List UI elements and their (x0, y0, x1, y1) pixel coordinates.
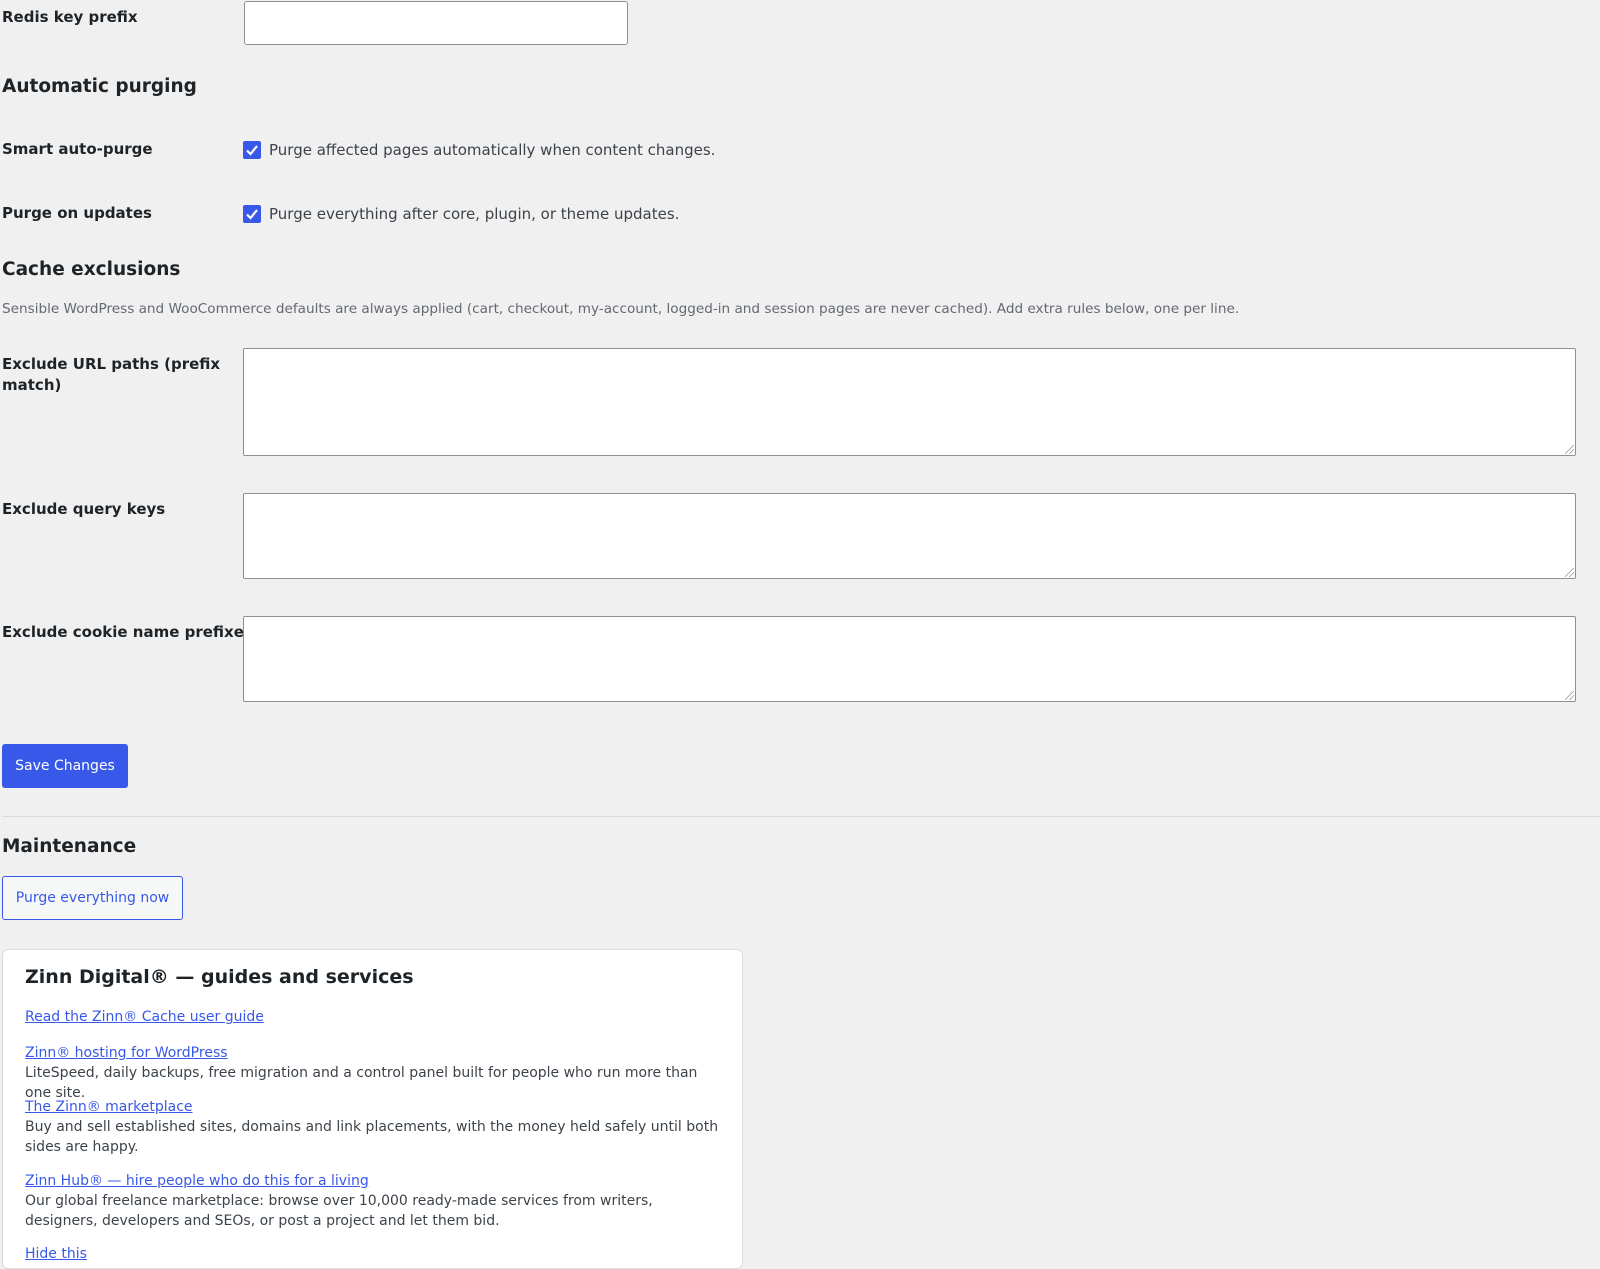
user-guide-link[interactable]: Read the Zinn® Cache user guide (25, 1007, 264, 1027)
save-changes-button[interactable]: Save Changes (2, 744, 128, 788)
card-title: Zinn Digital® — guides and services (25, 966, 414, 988)
exclude-cookie-prefixes-label: Exclude cookie name prefixes (2, 623, 253, 641)
smart-auto-purge-checkbox[interactable] (243, 141, 261, 159)
automatic-purging-heading: Automatic purging (2, 76, 197, 97)
exclude-query-keys-textarea[interactable] (243, 493, 1576, 579)
marketplace-link[interactable]: The Zinn® marketplace (25, 1097, 193, 1117)
purge-on-updates-text: Purge everything after core, plugin, or … (269, 205, 680, 223)
exclude-query-keys-label: Exclude query keys (2, 500, 166, 518)
resize-handle-icon[interactable] (1565, 691, 1574, 700)
exclude-url-paths-label: Exclude URL paths (prefix match) (2, 354, 222, 396)
exclude-url-paths-label-line2: match) (2, 376, 62, 394)
hub-link[interactable]: Zinn Hub® — hire people who do this for … (25, 1171, 369, 1191)
redis-prefix-input[interactable] (244, 1, 628, 45)
maintenance-heading: Maintenance (2, 836, 137, 857)
purge-on-updates-label: Purge on updates (2, 204, 152, 222)
purge-on-updates-checkbox[interactable] (243, 205, 261, 223)
exclude-url-paths-textarea[interactable] (243, 348, 1576, 456)
smart-auto-purge-text: Purge affected pages automatically when … (269, 141, 716, 159)
zinn-services-card: Zinn Digital® — guides and services Read… (2, 949, 743, 1269)
exclude-url-paths-label-line1: Exclude URL paths (prefix (2, 355, 221, 373)
smart-auto-purge-label: Smart auto-purge (2, 140, 153, 158)
checkmark-icon (246, 145, 258, 156)
exclude-cookie-prefixes-textarea[interactable] (243, 616, 1576, 702)
cache-exclusions-description: Sensible WordPress and WooCommerce defau… (2, 301, 1240, 317)
checkmark-icon (246, 209, 258, 220)
cache-exclusions-heading: Cache exclusions (2, 259, 181, 280)
resize-handle-icon[interactable] (1565, 445, 1574, 454)
hosting-link[interactable]: Zinn® hosting for WordPress (25, 1043, 228, 1063)
purge-everything-button[interactable]: Purge everything now (2, 876, 183, 920)
hide-this-link[interactable]: Hide this (25, 1244, 87, 1264)
section-divider (2, 816, 1600, 817)
hub-description: Our global freelance marketplace: browse… (25, 1193, 653, 1229)
resize-handle-icon[interactable] (1565, 568, 1574, 577)
redis-prefix-label: Redis key prefix (2, 8, 138, 26)
marketplace-description: Buy and sell established sites, domains … (25, 1119, 719, 1155)
